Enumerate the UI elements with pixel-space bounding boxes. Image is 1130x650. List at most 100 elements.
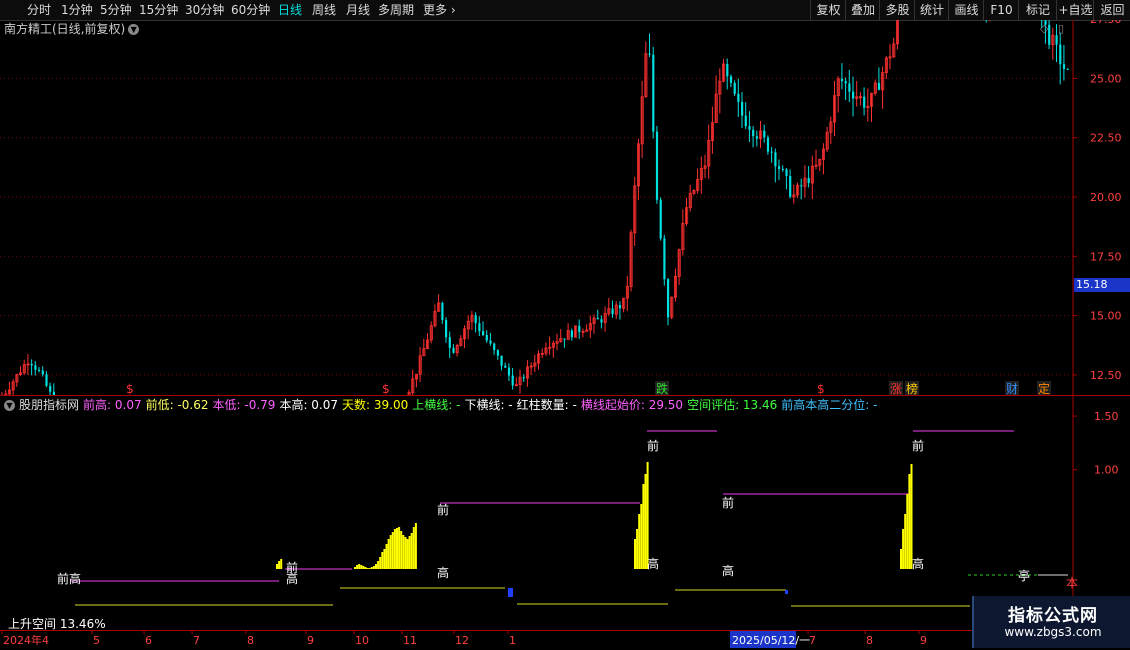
indicator-field-0: 前高: 0.07 [83, 398, 142, 412]
indicator-mark-label: 本 [1066, 576, 1078, 590]
period-tab-2[interactable]: 5分钟 [100, 0, 132, 20]
period-tab-9[interactable]: 多周期 [378, 0, 414, 20]
time-tick-label: 8 [247, 634, 254, 647]
candle-body [445, 320, 448, 338]
histogram-bar [280, 559, 283, 569]
histogram-bar [387, 539, 390, 569]
histogram-bar [389, 535, 392, 569]
toolbar-button-5[interactable]: F10 [983, 0, 1019, 20]
time-tick-label: 9 [920, 634, 927, 647]
candle-body [733, 82, 736, 94]
event-marker[interactable]: 定 [1038, 381, 1050, 396]
time-tick-label: 2024年4 [3, 633, 49, 647]
indicator-tick-label: 1.00 [1094, 464, 1119, 477]
candle-body [45, 374, 48, 386]
event-marker[interactable]: 财 [1006, 382, 1018, 396]
histogram-bar [904, 514, 907, 569]
histogram-bar [406, 539, 409, 569]
histogram-bar [398, 527, 401, 569]
candle-body [507, 367, 511, 376]
indicator-field-10: 前高本高二分位: - [781, 398, 878, 412]
candle-body [774, 152, 777, 167]
stock-label[interactable]: 南方精工(日线,前复权) ▼ [4, 21, 140, 37]
toolbar-button-3[interactable]: 统计 [914, 0, 949, 20]
candle-body [785, 169, 788, 177]
candle-body [611, 308, 614, 315]
histogram-bar [362, 566, 365, 569]
event-marker[interactable]: $ [126, 382, 134, 396]
toolbar-button-8[interactable]: 返回 [1093, 0, 1130, 20]
indicator-mark-label: 前 [647, 438, 659, 453]
toolbar-button-6[interactable]: 标记 [1018, 0, 1057, 20]
time-tick-label: 8 [866, 634, 873, 647]
toolbar-button-2[interactable]: 多股 [879, 0, 915, 20]
period-tab-0[interactable]: 分时 [27, 0, 51, 20]
histogram-bar [360, 565, 363, 569]
candle-body [763, 130, 766, 138]
indicator-mark-label: 高 [286, 571, 298, 586]
candle-body [744, 115, 747, 127]
histogram-bar [908, 474, 911, 569]
candle-body [478, 323, 481, 332]
event-marker[interactable]: $ [817, 382, 825, 396]
period-tab-7[interactable]: 周线 [312, 0, 336, 20]
toolbar-button-0[interactable]: 复权 [810, 0, 846, 20]
period-tab-6[interactable]: 日线 [278, 0, 302, 20]
event-marker[interactable]: $ [382, 382, 390, 396]
period-tab-8[interactable]: 月线 [346, 0, 370, 20]
candle-body [766, 137, 770, 152]
event-marker[interactable]: 涨 [890, 381, 902, 396]
time-tick-label: 9 [307, 634, 314, 647]
time-tick-label: 11 [403, 634, 417, 647]
up-space-value: 13.46% [59, 617, 106, 631]
indicator-legend: ▼ 股朋指标网 前高: 0.07 前低: -0.62 本低: -0.79 本高: 0.07… [4, 398, 881, 413]
candle-body [38, 369, 41, 371]
period-tab-4[interactable]: 30分钟 [185, 0, 224, 20]
period-tab-1[interactable]: 1分钟 [61, 0, 93, 20]
indicator-mark-label: 前高 [57, 571, 81, 586]
candle-body [741, 101, 744, 116]
current-price-tag: 15.18 [1074, 278, 1130, 292]
indicator-menu-icon[interactable]: ▼ [4, 400, 15, 411]
histogram-bar [379, 557, 382, 569]
candlestick-chart[interactable]: 35.0032.5030.0027.5025.0022.5020.0017.50… [0, 20, 1130, 396]
period-tab-10[interactable]: 更多 › [423, 0, 456, 20]
indicator-mark-label: 前 [912, 438, 924, 453]
window-icon[interactable]: ▯ [1058, 22, 1064, 35]
candle-body [852, 91, 855, 99]
stock-label-text: 南方精工(日线,前复权) [4, 22, 126, 36]
histogram-bar [276, 564, 278, 569]
candle-body [737, 93, 740, 102]
price-tick-label: 20.00 [1090, 191, 1122, 204]
event-marker[interactable]: 榜 [906, 381, 918, 396]
price-tick-label: 17.50 [1090, 250, 1122, 263]
up-space-label: 上升空间 [8, 617, 57, 631]
toolbar-button-7[interactable]: +自选 [1056, 0, 1094, 20]
indicator-chart[interactable]: 3.002.502.001.501.00前高前高前高前高前高前高亭本 [0, 396, 1130, 630]
toolbar-button-1[interactable]: 叠加 [845, 0, 880, 20]
histogram-bar [393, 529, 396, 569]
toolbar-button-4[interactable]: 画线 [948, 0, 984, 20]
chevron-down-icon[interactable]: ▼ [128, 24, 140, 35]
time-tick-label: 1 [509, 634, 516, 647]
candle-body [493, 343, 496, 351]
diamond-icon[interactable]: ◇ [1040, 22, 1048, 35]
histogram-bar [377, 561, 380, 569]
histogram-bar [364, 567, 367, 569]
indicator-name[interactable]: 股朋指标网 [19, 398, 79, 412]
price-tick-label: 22.50 [1090, 132, 1122, 145]
candle-body [726, 64, 729, 77]
histogram-bar [370, 567, 373, 569]
candle-body [482, 331, 485, 335]
candle-body [877, 82, 881, 90]
candle-body [49, 385, 52, 392]
histogram-bar [414, 523, 417, 569]
histogram-bar [366, 568, 369, 569]
candle-body [729, 76, 733, 83]
indicator-field-3: 本高: 0.07 [279, 398, 339, 412]
period-tab-5[interactable]: 60分钟 [231, 0, 270, 20]
event-marker[interactable]: 跌 [656, 381, 668, 396]
period-tab-3[interactable]: 15分钟 [139, 0, 178, 20]
candle-body [1066, 68, 1069, 70]
indicator-mark-label: 高 [722, 563, 734, 578]
